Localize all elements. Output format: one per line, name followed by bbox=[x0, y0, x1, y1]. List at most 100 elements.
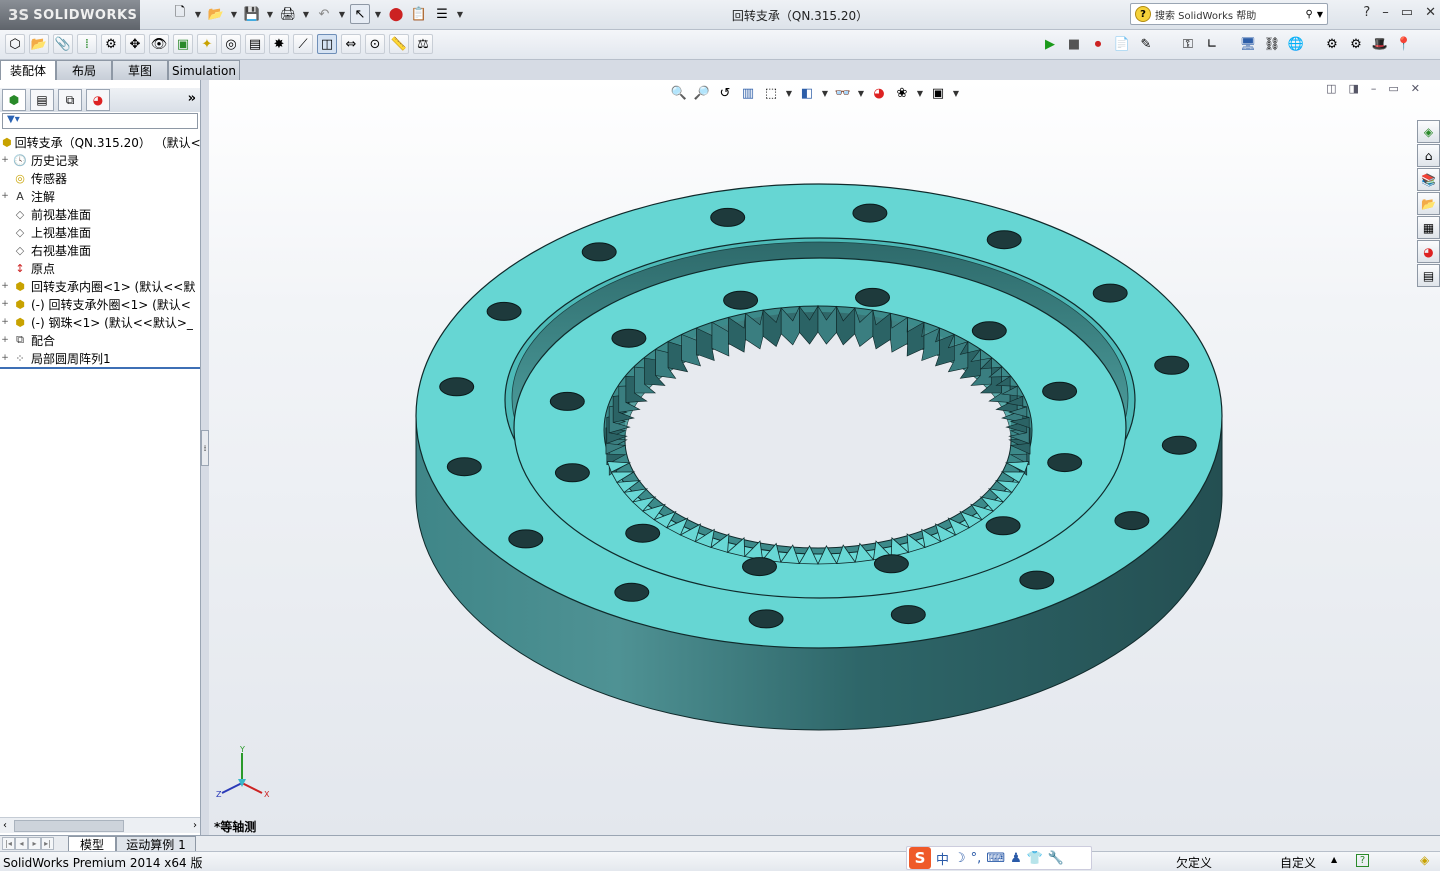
minimize-icon[interactable]: – bbox=[1382, 5, 1389, 20]
units-chevron-icon[interactable]: ▲ bbox=[1331, 855, 1337, 864]
expand-toggle-icon[interactable]: + bbox=[0, 299, 10, 309]
ime-toolbar[interactable]: S 中 ☽ °, ⌨ ♟ 👕 🔧 bbox=[906, 846, 1092, 870]
ime-user-icon[interactable]: ♟ bbox=[1010, 851, 1022, 866]
expand-toggle-icon[interactable]: + bbox=[0, 317, 10, 327]
tab-sketch[interactable]: 草图 bbox=[112, 60, 168, 80]
tab-model[interactable]: 模型 bbox=[68, 836, 116, 852]
home-icon[interactable]: ⌂ bbox=[1417, 144, 1440, 167]
insert-components-icon[interactable]: 📂 bbox=[29, 34, 49, 54]
last-tab-icon[interactable]: ▸| bbox=[41, 837, 54, 850]
macro-new-icon[interactable]: 📄 bbox=[1112, 34, 1132, 54]
tree-item[interactable]: ◎ 传感器 bbox=[0, 169, 200, 187]
tab-assembly[interactable]: 装配体 bbox=[0, 60, 56, 80]
tree-item[interactable]: ◇ 右视基准面 bbox=[0, 241, 200, 259]
measure-icon[interactable]: 📏 bbox=[389, 34, 409, 54]
reference-geometry-icon[interactable]: ✦ bbox=[197, 34, 217, 54]
scroll-left-icon[interactable]: ‹ bbox=[0, 820, 7, 831]
tree-item[interactable]: + A 注解 bbox=[0, 187, 200, 205]
move-component-icon[interactable]: ✥ bbox=[125, 34, 145, 54]
display-manager-tab-icon[interactable]: ◕ bbox=[86, 89, 110, 111]
tab-layout[interactable]: 布局 bbox=[56, 60, 112, 80]
tree-item[interactable]: + ⬢ 回转支承内圈<1> (默认<<默 bbox=[0, 277, 200, 295]
gear-icon[interactable]: ⚙ bbox=[1322, 34, 1342, 54]
restore-icon[interactable]: ▭ bbox=[1401, 5, 1413, 20]
chevron-down-icon[interactable]: ▼ bbox=[1317, 10, 1323, 19]
expand-toggle-icon[interactable]: + bbox=[0, 353, 10, 363]
explode-line-sketch-icon[interactable]: ⟋ bbox=[293, 34, 313, 54]
configuration-manager-tab-icon[interactable]: ⧉ bbox=[58, 89, 82, 111]
tree-item[interactable]: + ⧉ 配合 bbox=[0, 331, 200, 349]
slewing-bearing-model[interactable] bbox=[209, 80, 1440, 835]
bill-of-materials-icon[interactable]: ▤ bbox=[245, 34, 265, 54]
prev-tab-icon[interactable]: ◂ bbox=[15, 837, 28, 850]
file-explorer-icon[interactable]: 📂 bbox=[1417, 192, 1440, 215]
show-hidden-icon[interactable]: 👁 bbox=[149, 34, 169, 54]
assembly-features-icon[interactable]: ▣ bbox=[173, 34, 193, 54]
tab-motion-study[interactable]: 运动算例 1 bbox=[116, 836, 196, 852]
tree-item[interactable]: ↕ 原点 bbox=[0, 259, 200, 277]
search-icon[interactable]: ⚲ bbox=[1306, 9, 1313, 20]
filter-icon[interactable]: ▼▾ bbox=[7, 114, 20, 125]
help-icon[interactable]: ? bbox=[1363, 5, 1370, 20]
solidworks-resources-icon[interactable]: ◈ bbox=[1417, 120, 1440, 143]
expand-toggle-icon[interactable]: + bbox=[0, 335, 10, 345]
expand-toggle-icon[interactable]: + bbox=[0, 191, 10, 201]
ime-tools-icon[interactable]: 🔧 bbox=[1048, 851, 1064, 866]
mass-properties-icon[interactable]: ⚖ bbox=[413, 34, 433, 54]
rebuild-status-icon[interactable]: ◈ bbox=[1420, 853, 1429, 867]
tree-root-assembly[interactable]: ⬢ 回转支承（QN.315.20） （默认< bbox=[0, 133, 200, 151]
expand-more-icon[interactable]: » bbox=[188, 91, 196, 106]
exploded-view-icon[interactable]: ✸ bbox=[269, 34, 289, 54]
feature-tree-tab-icon[interactable]: ⬢ bbox=[2, 89, 26, 111]
edit-component-icon[interactable]: ⬡ bbox=[5, 34, 25, 54]
ime-punctuation-icon[interactable]: °, bbox=[971, 851, 982, 866]
hat-icon[interactable]: 🎩 bbox=[1370, 34, 1390, 54]
hole-alignment-icon[interactable]: ⊙ bbox=[365, 34, 385, 54]
sketch-icon[interactable]: ∟ bbox=[1202, 34, 1222, 54]
tree-item[interactable]: + 🕓 历史记录 bbox=[0, 151, 200, 169]
monitor-icon[interactable]: 🖥 bbox=[1238, 34, 1258, 54]
tree-item[interactable]: + ⁘ 局部圆周阵列1 bbox=[0, 349, 200, 367]
expand-toggle-icon[interactable]: + bbox=[0, 281, 10, 291]
addins-icon[interactable]: ⚙ bbox=[1346, 34, 1366, 54]
record-icon[interactable]: ⏺ bbox=[1088, 34, 1108, 54]
custom-properties-icon[interactable]: ▤ bbox=[1417, 264, 1440, 287]
panel-splitter[interactable]: ⁞ bbox=[201, 430, 209, 466]
scroll-right-icon[interactable]: › bbox=[193, 820, 197, 831]
mate-icon[interactable]: 📎 bbox=[53, 34, 73, 54]
tree-item[interactable]: ◇ 前视基准面 bbox=[0, 205, 200, 223]
tree-item[interactable]: + ⬢ (-) 钢珠<1> (默认<<默认>_ bbox=[0, 313, 200, 331]
globe-icon[interactable]: 🌐 bbox=[1286, 34, 1306, 54]
network-icon[interactable]: ⛓ bbox=[1262, 34, 1282, 54]
sogou-logo-icon[interactable]: S bbox=[909, 847, 931, 869]
linear-pattern-icon[interactable]: ⁞ bbox=[77, 34, 97, 54]
ime-keyboard-icon[interactable]: ⌨ bbox=[986, 851, 1005, 866]
macro-edit-icon[interactable]: ✎ bbox=[1136, 34, 1156, 54]
appearances-icon[interactable]: ◕ bbox=[1417, 240, 1440, 263]
ime-language[interactable]: 中 bbox=[936, 849, 949, 868]
property-manager-tab-icon[interactable]: ▤ bbox=[30, 89, 54, 111]
ime-moon-icon[interactable]: ☽ bbox=[954, 851, 966, 866]
view-palette-icon[interactable]: ▦ bbox=[1417, 216, 1440, 239]
interference-detection-icon[interactable]: ◫ bbox=[317, 34, 337, 54]
tree-filter[interactable]: ▼▾ bbox=[2, 113, 198, 129]
close-icon[interactable]: ✕ bbox=[1425, 5, 1436, 20]
scrollbar-thumb[interactable] bbox=[14, 820, 124, 832]
tree-item[interactable]: + ⬢ (-) 回转支承外圈<1> (默认< bbox=[0, 295, 200, 313]
graphics-area[interactable]: 🔍 🔎 ↺ ▥ ⬚▼ ◧▼ 👓▼ ◕ ❀▼ ▣▼ ◫ ◨ – ▭ ✕ bbox=[209, 80, 1440, 835]
expand-toggle-icon[interactable]: + bbox=[0, 155, 10, 165]
pin-icon[interactable]: 📍 bbox=[1394, 34, 1414, 54]
first-tab-icon[interactable]: |◂ bbox=[2, 837, 15, 850]
next-tab-icon[interactable]: ▸ bbox=[28, 837, 41, 850]
help-status-icon[interactable]: ? bbox=[1356, 854, 1369, 867]
design-library-icon[interactable]: 📚 bbox=[1417, 168, 1440, 191]
stop-icon[interactable]: ■ bbox=[1064, 34, 1084, 54]
new-motion-study-icon[interactable]: ◎ bbox=[221, 34, 241, 54]
play-icon[interactable]: ▶ bbox=[1040, 34, 1060, 54]
tree-horizontal-scrollbar[interactable]: ‹ › bbox=[0, 817, 200, 833]
ime-skin-icon[interactable]: 👕 bbox=[1027, 851, 1043, 866]
clearance-verification-icon[interactable]: ⇔ bbox=[341, 34, 361, 54]
units-selector[interactable]: 自定义 bbox=[1280, 854, 1316, 871]
help-search-box[interactable]: ? 搜索 SolidWorks 帮助 ⚲ ▼ bbox=[1130, 3, 1328, 25]
tree-item[interactable]: ◇ 上视基准面 bbox=[0, 223, 200, 241]
